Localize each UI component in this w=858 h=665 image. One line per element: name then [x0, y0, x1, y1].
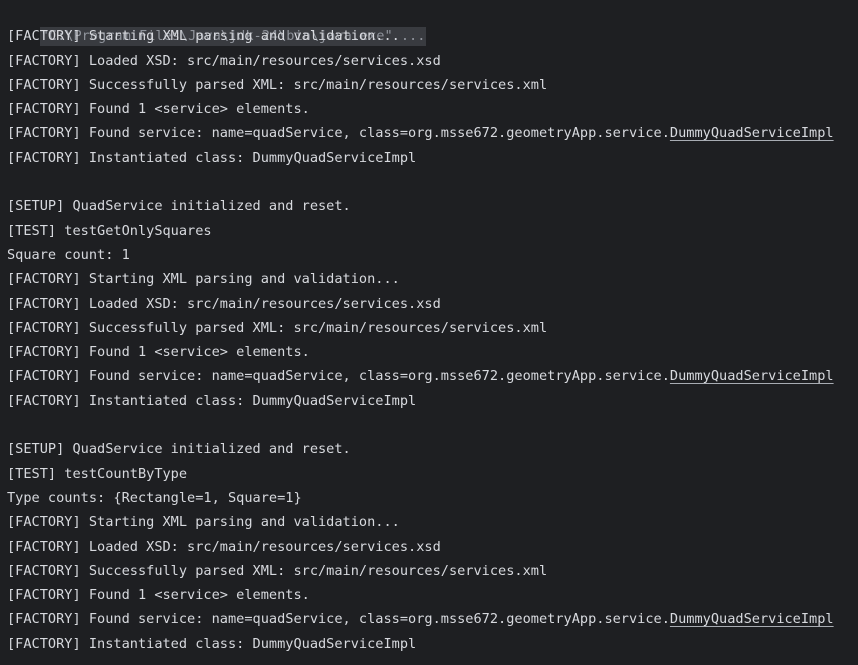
- console-line: [FACTORY] Starting XML parsing and valid…: [7, 28, 400, 45]
- console-line: [SETUP] QuadService initialized and rese…: [7, 441, 351, 458]
- run-console-output[interactable]: "C:\Program Files\Java\jdk-24\bin\java.e…: [0, 0, 858, 665]
- console-line: [FACTORY] Starting XML parsing and valid…: [7, 271, 400, 288]
- console-line: [FACTORY] Loaded XSD: src/main/resources…: [7, 52, 441, 69]
- console-line: [FACTORY] Found service: name=quadServic…: [0, 121, 858, 145]
- console-line: [FACTORY] Found 1 <service> elements.: [7, 344, 310, 361]
- console-line: [SETUP] QuadService initialized and rese…: [7, 198, 351, 215]
- console-line: Type counts: {Rectangle=1, Square=1}: [7, 489, 302, 506]
- console-line: [FACTORY] Instantiated class: DummyQuadS…: [7, 392, 417, 409]
- console-line: [FACTORY] Found service: name=quadServic…: [0, 364, 858, 388]
- console-line: [FACTORY] Successfully parsed XML: src/m…: [7, 76, 548, 93]
- console-line: Square count: 1: [7, 246, 130, 263]
- console-line: [FACTORY] Found service: name=quadServic…: [0, 607, 858, 631]
- console-line: [FACTORY] Starting XML parsing and valid…: [7, 514, 400, 531]
- console-line: [FACTORY] Found 1 <service> elements.: [7, 101, 310, 118]
- console-line: "C:\Program Files\Java\jdk-24\bin\java.e…: [0, 0, 858, 47]
- class-link[interactable]: DummyQuadServiceImpl: [670, 125, 834, 141]
- console-text: [FACTORY] Found service: name=quadServic…: [7, 611, 670, 628]
- console-line: [FACTORY] Successfully parsed XML: src/m…: [7, 562, 548, 579]
- console-line: [FACTORY] Instantiated class: DummyQuadS…: [7, 149, 417, 166]
- console-text: [FACTORY] Found service: name=quadServic…: [7, 368, 670, 385]
- console-text: [FACTORY] Found service: name=quadServic…: [7, 125, 670, 142]
- console-line: [FACTORY] Loaded XSD: src/main/resources…: [7, 295, 441, 312]
- console-line: [TEST] testGetOnlySquares: [7, 222, 212, 239]
- console-line: [FACTORY] Successfully parsed XML: src/m…: [7, 319, 548, 336]
- console-line: [FACTORY] Loaded XSD: src/main/resources…: [7, 538, 441, 555]
- class-link[interactable]: DummyQuadServiceImpl: [670, 611, 834, 627]
- console-line: [TEST] testCountByType: [7, 465, 188, 482]
- console-line: [FACTORY] Instantiated class: DummyQuadS…: [7, 635, 417, 652]
- class-link[interactable]: DummyQuadServiceImpl: [670, 368, 834, 384]
- console-line: [FACTORY] Found 1 <service> elements.: [7, 587, 310, 604]
